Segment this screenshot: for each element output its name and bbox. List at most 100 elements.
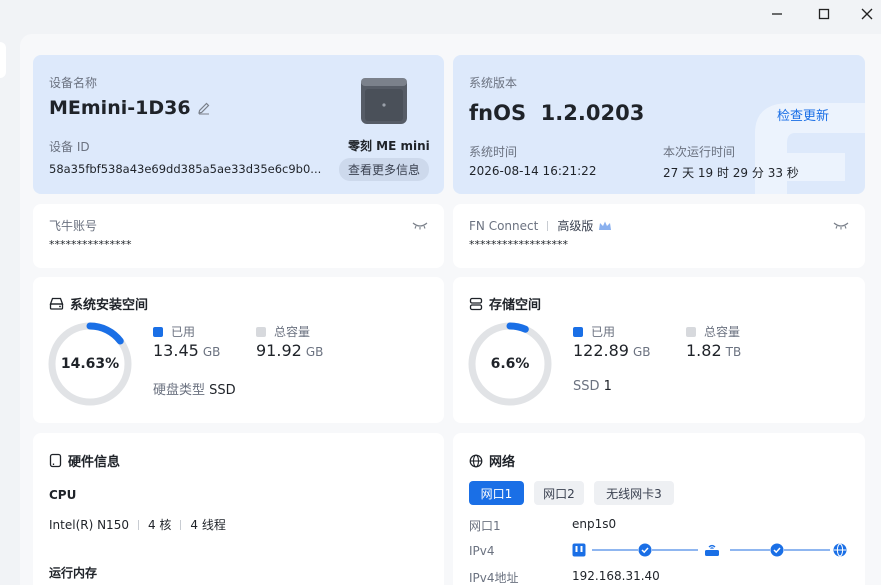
system-version: fnOS 1.2.0203 xyxy=(469,101,645,125)
system-version-label: 系统版本 xyxy=(469,76,518,90)
system-space-percent: 14.63% xyxy=(60,356,120,372)
uptime-label: 本次运行时间 xyxy=(663,145,736,159)
network-title: 网络 xyxy=(489,455,516,470)
title-bar xyxy=(0,0,881,30)
crown-icon xyxy=(599,221,612,230)
fnconnect-tier: 高级版 xyxy=(557,219,594,233)
device-name-text: MEmini-1D36 xyxy=(49,97,191,119)
hardware-title: 硬件信息 xyxy=(68,455,121,470)
memory-label: 运行内存 xyxy=(49,566,98,580)
close-button[interactable] xyxy=(853,4,881,24)
account-label: 飞牛账号 xyxy=(49,219,98,233)
ipv4-label: IPv4 xyxy=(469,544,495,558)
divider xyxy=(547,220,549,231)
total-amount: 91.92 GB xyxy=(256,341,323,360)
total-label: 总容量 xyxy=(274,325,311,339)
fnconnect-value: ****************** xyxy=(469,238,568,251)
fnconnect-header: FN Connect 高级版 xyxy=(469,217,612,234)
total-legend: 总容量 xyxy=(686,323,740,340)
hardware-heading: 硬件信息 xyxy=(49,451,120,470)
used-unit: GB xyxy=(202,345,221,359)
device-id: 58a35fbf538a43e69dd385a5ae33d35e6c9b0... xyxy=(49,162,322,176)
system-space-card: 系统安装空间 14.63% 已用 13.45 GB 总容量 91.92 GB 硬盘类… xyxy=(33,277,444,423)
system-space-heading: 系统安装空间 xyxy=(49,294,148,313)
disk-type: 硬盘类型 SSD xyxy=(153,379,236,398)
cpu-model: Intel(R) N150 xyxy=(49,517,129,532)
minimize-button[interactable] xyxy=(763,4,791,24)
total-amount: 1.82 TB xyxy=(686,341,741,360)
used-swatch xyxy=(153,326,163,337)
edit-icon[interactable] xyxy=(197,101,211,115)
storage-ring: 6.6% xyxy=(468,322,552,406)
cpu-cores: 4 核 xyxy=(147,518,172,532)
mini-pc-icon xyxy=(361,78,407,124)
port-label: 网口1 xyxy=(469,519,501,533)
globe-icon xyxy=(469,454,483,467)
total-unit: TB xyxy=(725,345,742,359)
total-swatch xyxy=(686,326,696,337)
drive-icon xyxy=(49,297,64,310)
tab-port-2[interactable]: 网口2 xyxy=(534,481,584,505)
check-circle-icon xyxy=(770,543,784,557)
hardware-card: 硬件信息 CPU Intel(R) N150 4 核 4 线程 运行内存 xyxy=(33,433,444,585)
fnconnect-card: FN Connect 高级版 ****************** xyxy=(453,204,865,268)
used-amount: 122.89 GB xyxy=(573,341,651,360)
storage-card: 存储空间 6.6% 已用 122.89 GB 总容量 1.82 TB SSD 1 xyxy=(453,277,865,423)
device-icon xyxy=(49,453,62,468)
cpu-threads: 4 线程 xyxy=(190,518,226,532)
link-line xyxy=(592,549,638,551)
used-legend: 已用 xyxy=(153,323,195,340)
total-value: 1.82 xyxy=(686,341,722,360)
used-value: 13.45 xyxy=(153,341,199,360)
device-name: MEmini-1D36 xyxy=(49,97,211,119)
network-heading: 网络 xyxy=(469,451,515,470)
sidebar-edge xyxy=(0,42,6,78)
ssd-count-value: 1 xyxy=(603,379,612,394)
used-value: 122.89 xyxy=(573,341,629,360)
router-icon xyxy=(705,544,719,556)
used-unit: GB xyxy=(632,345,651,359)
used-amount: 13.45 GB xyxy=(153,341,220,360)
device-model: 零刻 ME mini xyxy=(348,139,430,153)
check-update-link[interactable]: 检查更新 xyxy=(777,105,829,124)
link-line xyxy=(730,549,770,551)
total-unit: GB xyxy=(305,345,324,359)
system-space-ring: 14.63% xyxy=(48,322,132,406)
link-line xyxy=(784,549,830,551)
storage-percent: 6.6% xyxy=(490,356,530,372)
divider xyxy=(180,519,182,530)
eye-closed-icon[interactable] xyxy=(833,220,849,230)
tab-port-1[interactable]: 网口1 xyxy=(469,481,524,505)
system-time-label: 系统时间 xyxy=(469,145,518,159)
maximize-button[interactable] xyxy=(810,4,838,24)
device-card: 设备名称 MEmini-1D36 设备 ID 58a35fbf538a43e69… xyxy=(33,55,444,194)
cpu-label: CPU xyxy=(49,488,77,502)
total-swatch xyxy=(256,326,266,337)
ipv4-address-label: IPv4地址 xyxy=(469,571,519,585)
system-card: 系统版本 fnOS 1.2.0203 检查更新 系统时间 2026-08-14 … xyxy=(453,55,865,194)
uptime: 27 天 19 时 29 分 33 秒 xyxy=(663,166,799,180)
system-time: 2026-08-14 16:21:22 xyxy=(469,164,597,178)
main-content: 设备名称 MEmini-1D36 设备 ID 58a35fbf538a43e69… xyxy=(20,34,881,585)
used-label: 已用 xyxy=(591,325,616,339)
ssd-label: SSD xyxy=(573,379,600,394)
cpu-details: Intel(R) N150 4 核 4 线程 xyxy=(49,516,226,533)
minimize-icon xyxy=(772,13,782,15)
disk-type-label: 硬盘类型 xyxy=(153,383,206,398)
ethernet-port-icon xyxy=(572,543,586,557)
link-line xyxy=(652,549,698,551)
account-card: 飞牛账号 *************** xyxy=(33,204,444,268)
system-space-title: 系统安装空间 xyxy=(70,298,149,313)
divider xyxy=(137,519,139,530)
disk-type-value: SSD xyxy=(209,383,236,398)
used-label: 已用 xyxy=(171,325,196,339)
ipv4-address: 192.168.31.40 xyxy=(572,569,660,583)
maximize-icon xyxy=(818,8,830,20)
tab-wireless-3[interactable]: 无线网卡3 xyxy=(594,481,674,505)
internet-globe-icon xyxy=(833,543,847,557)
more-info-button[interactable]: 查看更多信息 xyxy=(339,158,429,181)
fnconnect-label: FN Connect xyxy=(469,218,539,233)
device-id-label: 设备 ID xyxy=(49,140,90,154)
eye-closed-icon[interactable] xyxy=(412,220,428,230)
total-legend: 总容量 xyxy=(256,323,310,340)
